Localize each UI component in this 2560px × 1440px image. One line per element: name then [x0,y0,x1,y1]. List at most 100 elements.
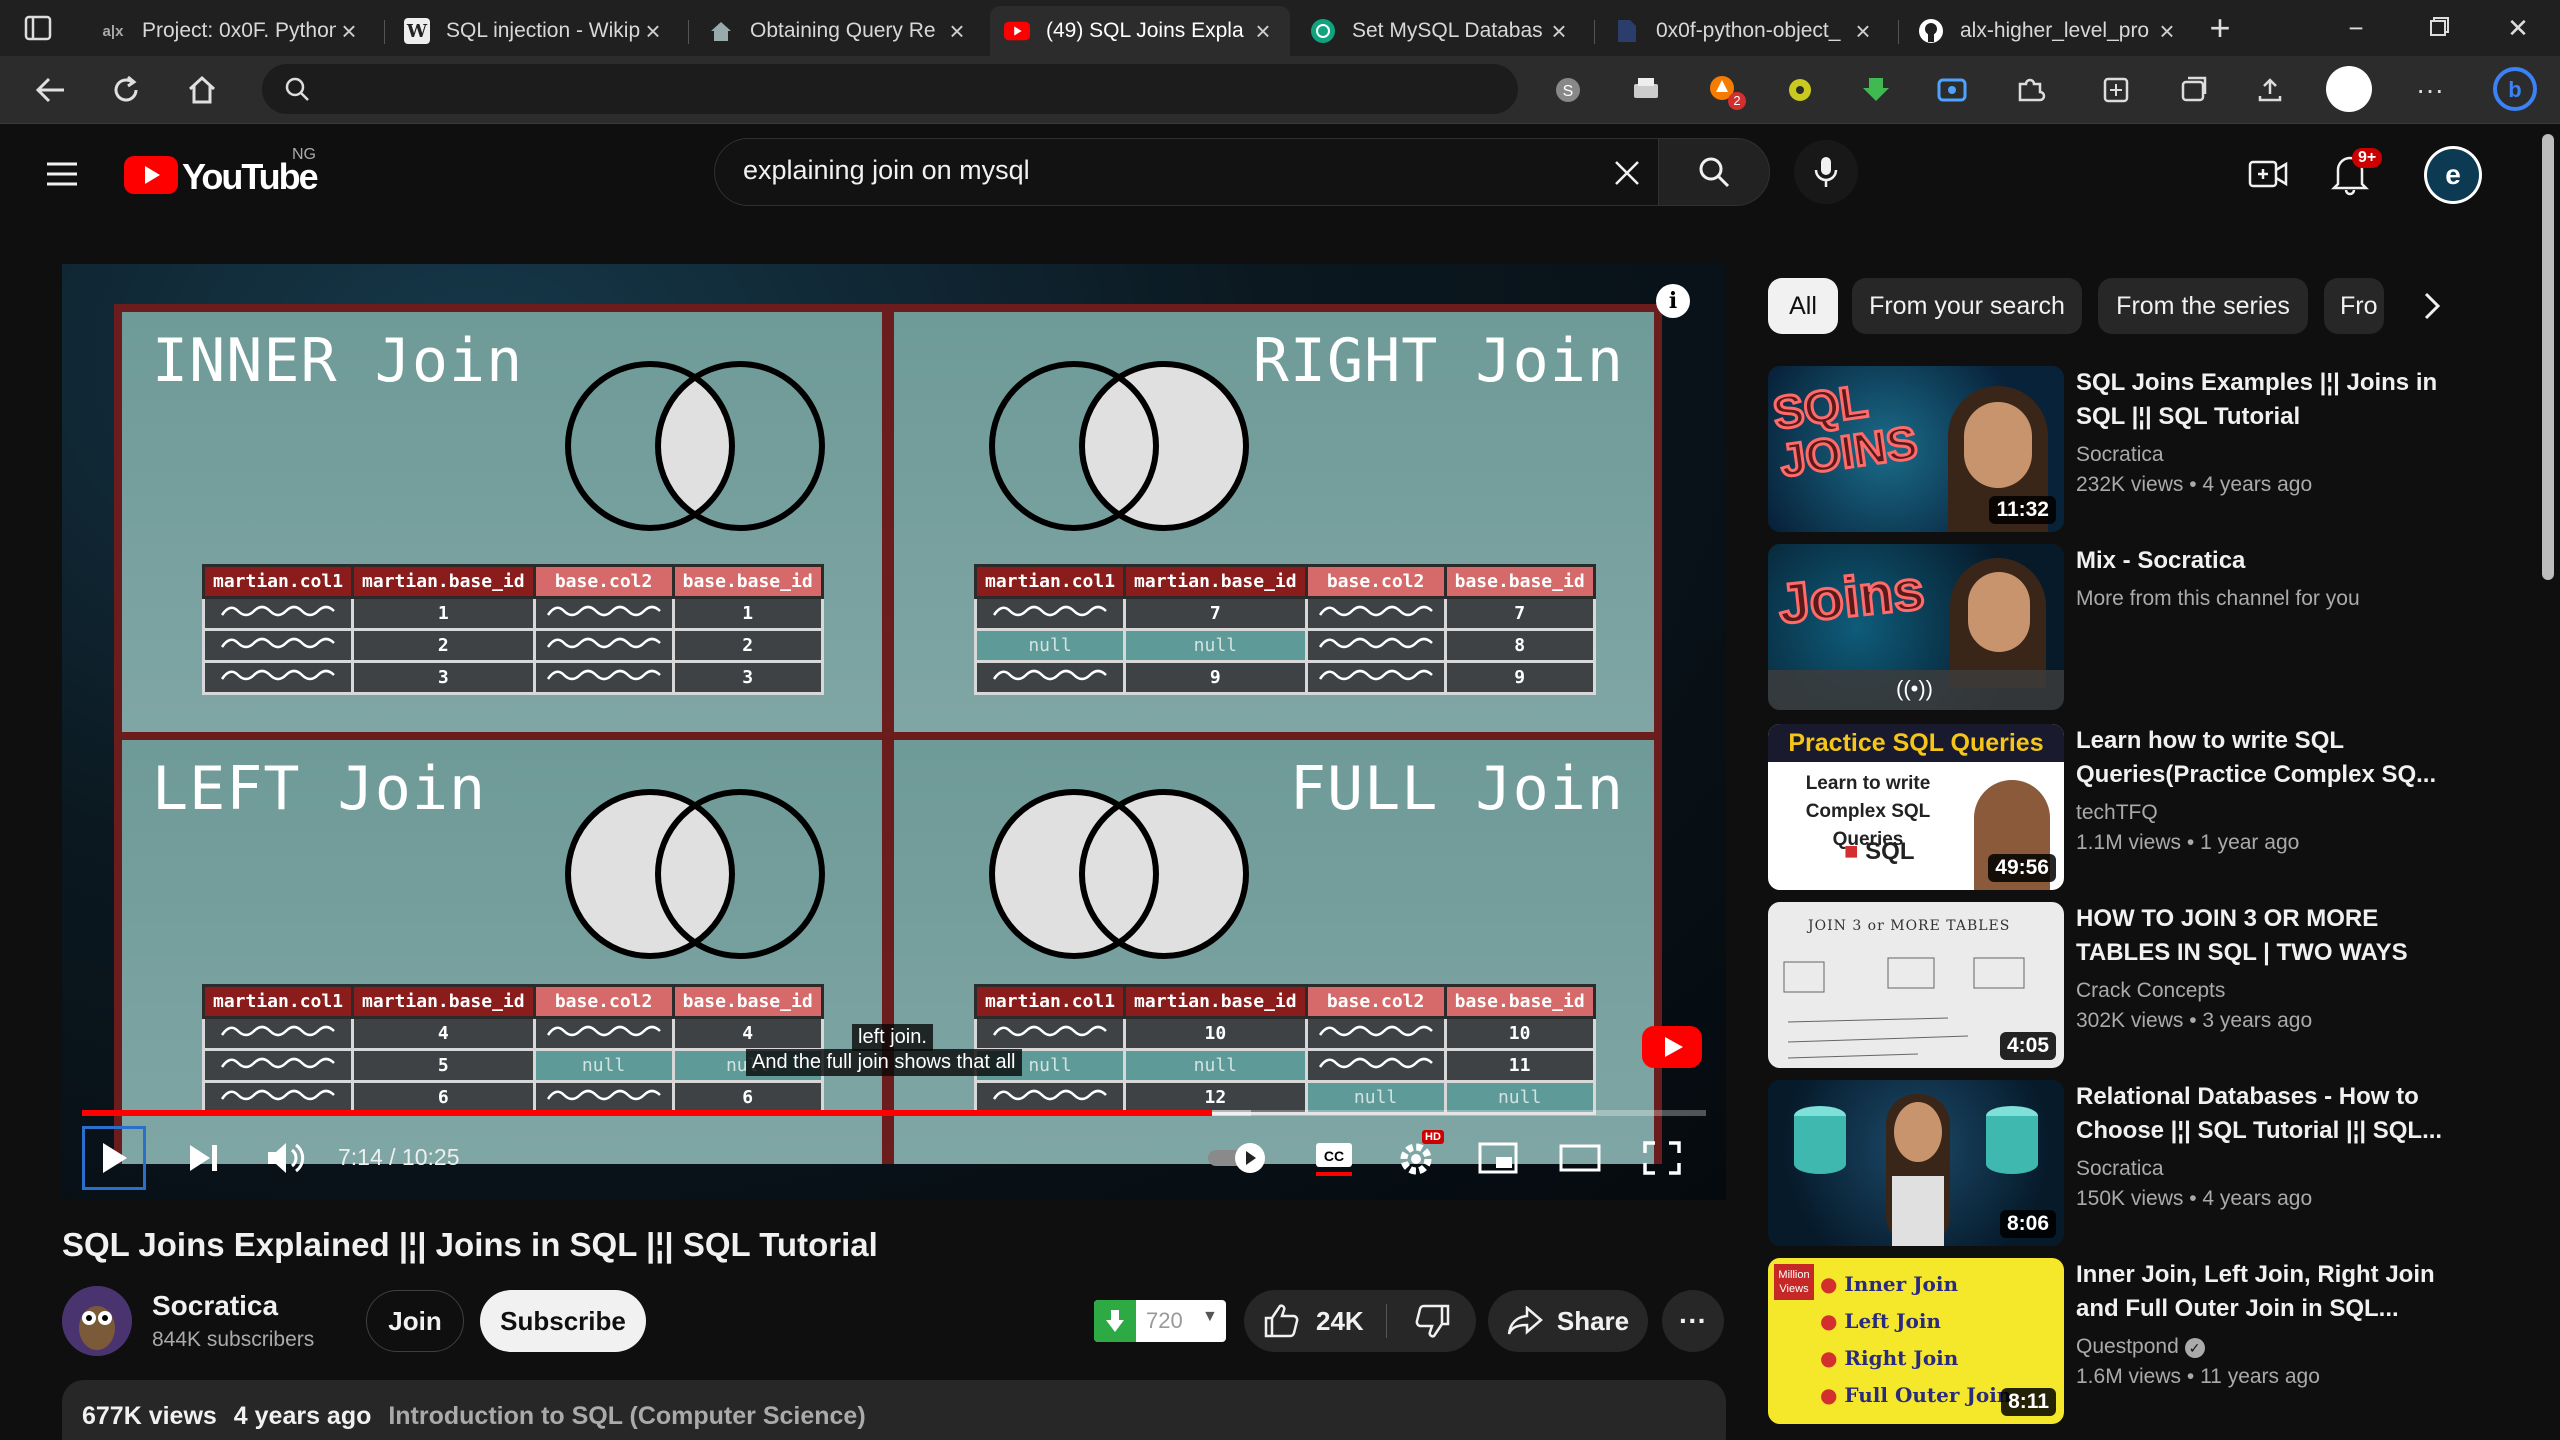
dislike-button[interactable] [1387,1290,1476,1352]
puzzle-extensions-icon[interactable] [2010,70,2050,110]
playlist-link[interactable]: Introduction to SQL (Computer Science) [388,1402,865,1430]
recommendation-item[interactable]: Million Views ● Inner Join ● Left Join ●… [1768,1258,2518,1426]
browser-tab[interactable]: Set MySQL Databas × [1296,6,1586,56]
browser-tab[interactable]: alx-higher_level_pro × [1904,6,2194,56]
share-button[interactable]: Share [1488,1290,1648,1352]
clear-search-icon[interactable] [1607,153,1647,193]
share-icon[interactable] [2250,70,2290,110]
recommendation-item[interactable]: JOIN 3 or MORE TABLES 4:05 HOW TO JOIN 3… [1768,902,2518,1070]
recommendation-item[interactable]: Practice SQL Queries Learn to write Comp… [1768,724,2518,892]
back-icon[interactable] [26,66,74,114]
collections-icon[interactable] [2174,70,2214,110]
more-actions-button[interactable]: ··· [1662,1290,1724,1352]
returndislike-widget[interactable]: 720 ▼ [1094,1300,1226,1342]
chevron-right-icon[interactable] [2410,282,2454,330]
printer-extension-icon[interactable] [1626,70,1666,110]
fullscreen-button[interactable] [1630,1126,1694,1190]
new-tab-icon[interactable]: + [2200,7,2240,48]
chip-from-the-series[interactable]: From the series [2098,278,2308,334]
page-scrollbar[interactable] [2536,124,2560,1440]
recommendation-channel[interactable]: Crack Concepts [2076,976,2225,1006]
extension-badge-icon[interactable]: 2 [1704,70,1746,110]
info-icon[interactable]: i [1656,284,1690,318]
notifications-button[interactable]: 9+ [2330,148,2390,200]
close-icon[interactable]: × [944,16,970,47]
download-extension-icon[interactable] [1856,70,1896,110]
channel-name[interactable]: Socratica [152,1290,278,1322]
recommendation-channel[interactable]: techTFQ [2076,798,2158,828]
skype-extension-icon[interactable]: S [1548,70,1588,110]
minimize-icon[interactable]: − [2326,8,2386,48]
video-thumbnail[interactable]: Million Views ● Inner Join ● Left Join ●… [1768,1258,2064,1424]
search-input[interactable]: explaining join on mysql [743,155,1543,186]
search-box[interactable]: explaining join on mysql [714,138,1658,206]
recommendation-channel[interactable]: Socratica [2076,440,2164,470]
chip-partial[interactable]: Fro [2324,278,2384,334]
scrollbar-thumb[interactable] [2542,134,2554,580]
recommendation-title[interactable]: Relational Databases - How to Choose |¦|… [2076,1080,2476,1148]
recommendation-channel[interactable]: Questpond ✓ [2076,1332,2205,1362]
play-button[interactable] [82,1126,146,1190]
video-thumbnail[interactable]: 8:06 [1768,1080,2064,1246]
close-icon[interactable]: × [1546,16,1572,47]
chip-from-your-search[interactable]: From your search [1852,278,2082,334]
settings-button[interactable]: HD [1384,1126,1448,1190]
bing-copilot-icon[interactable]: b [2490,64,2540,114]
recommendation-title[interactable]: HOW TO JOIN 3 OR MORE TABLES IN SQL | TW… [2076,902,2476,970]
close-icon[interactable]: × [336,16,362,47]
recommendation-title[interactable]: Learn how to write SQL Queries(Practice … [2076,724,2476,792]
restore-icon[interactable] [2408,8,2468,48]
chip-all[interactable]: All [1768,278,1838,334]
miniplayer-button[interactable] [1466,1126,1530,1190]
channel-watermark-icon[interactable] [1640,1024,1704,1074]
profile-avatar[interactable] [2326,66,2372,112]
theater-mode-button[interactable] [1548,1126,1612,1190]
recommendation-item[interactable]: Joins ((•)) Mix - Socratica More from th… [1768,544,2518,712]
recommendation-title[interactable]: SQL Joins Examples |¦| Joins in SQL |¦| … [2076,366,2476,434]
join-button[interactable]: Join [366,1290,464,1352]
browser-tab-active[interactable]: (49) SQL Joins Expla × [990,6,1290,56]
recommendation-title[interactable]: Inner Join, Left Join, Right Join and Fu… [2076,1258,2476,1326]
channel-avatar[interactable] [62,1286,132,1356]
browser-tab[interactable]: Obtaining Query Re × [694,6,984,56]
volume-button[interactable] [254,1126,318,1190]
close-icon[interactable]: × [1250,16,1276,47]
recommendation-item[interactable]: SQL JOINS 11:32 SQL Joins Examples |¦| J… [1768,366,2518,534]
like-button[interactable]: 24K [1244,1290,1386,1352]
recommendation-channel[interactable]: Socratica [2076,1154,2164,1184]
screen-extension-icon[interactable] [1932,70,1972,110]
close-icon[interactable]: × [640,16,666,47]
progress-bar[interactable] [82,1110,1706,1116]
home-icon[interactable] [178,66,226,114]
video-thumbnail[interactable]: Practice SQL Queries Learn to write Comp… [1768,724,2064,890]
captions-button[interactable]: CC [1302,1126,1366,1190]
autoplay-toggle[interactable] [1202,1126,1272,1190]
next-button[interactable] [172,1126,236,1190]
voice-search-button[interactable] [1794,140,1858,204]
address-bar[interactable] [262,64,1518,114]
description-box[interactable]: 677K views 4 years ago Introduction to S… [62,1380,1726,1440]
yellow-extension-icon[interactable] [1780,70,1820,110]
refresh-icon[interactable] [102,66,150,114]
recommendation-item[interactable]: 8:06 Relational Databases - How to Choos… [1768,1080,2518,1248]
search-button[interactable] [1658,138,1770,206]
close-icon[interactable]: × [2154,16,2180,47]
close-icon[interactable]: × [1850,16,1876,47]
video-thumbnail[interactable]: SQL JOINS 11:32 [1768,366,2064,532]
more-options-icon[interactable]: ··· [2410,70,2450,110]
video-thumbnail[interactable]: JOIN 3 or MORE TABLES 4:05 [1768,902,2064,1068]
create-video-icon[interactable] [2244,152,2292,196]
video-player[interactable]: INNER Join martian.col1 martian.base_id ba… [62,264,1726,1200]
menu-icon[interactable] [40,152,84,196]
browser-tab[interactable]: W SQL injection - Wikip × [390,6,680,56]
subscribe-button[interactable]: Subscribe [480,1290,646,1352]
account-avatar[interactable]: e [2424,146,2482,204]
browser-tab[interactable]: 0x0f-python-object_ × [1600,6,1890,56]
mix-thumbnail[interactable]: Joins ((•)) [1768,544,2064,710]
browser-tab[interactable]: a|x Project: 0x0F. Python × [86,6,376,56]
tab-actions-icon[interactable] [20,12,56,44]
recommendation-title[interactable]: Mix - Socratica [2076,544,2476,578]
reader-view-icon[interactable] [2096,70,2136,110]
youtube-logo[interactable]: YouTube NG [124,146,324,198]
close-window-icon[interactable]: ✕ [2488,8,2548,48]
